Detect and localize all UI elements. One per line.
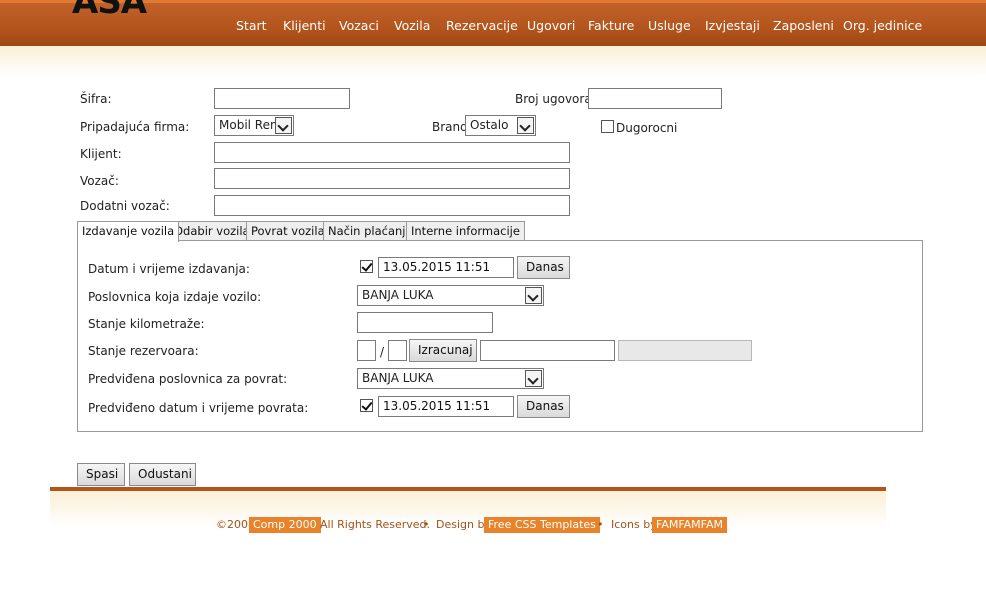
datum-povrata-input[interactable]: 13.05.2015 11:51 [378, 396, 514, 417]
vozac-label: Vozač: [80, 174, 119, 188]
dugorocni-label: Dugorocni [616, 121, 678, 135]
km-label: Stanje kilometraže: [88, 317, 205, 331]
danas-button-povrat[interactable]: Danas [517, 395, 570, 418]
tab-nacin-placanja[interactable]: Način plaćanja [323, 221, 418, 240]
dodatni-vozac-label: Dodatni vozač: [80, 199, 170, 213]
datum-izdavanja-label: Datum i vrijeme izdavanja: [88, 262, 250, 276]
nav-item-org-jedinice[interactable]: Org. jedinice [843, 17, 922, 35]
broj-ugovora-input[interactable] [588, 88, 722, 109]
rezervoar-readonly-field [618, 340, 752, 361]
sifra-label: Šifra: [80, 92, 112, 106]
nav-item-zaposleni[interactable]: Zaposleni [773, 17, 834, 35]
sifra-input[interactable] [214, 88, 350, 109]
rezervoar-total-input[interactable] [388, 340, 407, 361]
datum-povrata-label: Predviđeno datum i vrijeme povrata: [88, 401, 309, 415]
header-fade [0, 46, 986, 76]
nav-item-vozaci[interactable]: Vozaci [339, 17, 379, 35]
datum-izdavanja-input[interactable]: 13.05.2015 11:51 [378, 257, 514, 278]
footer-icons-by: Icons by [611, 518, 657, 531]
danas-button-izdavanje[interactable]: Danas [517, 256, 570, 279]
klijent-input[interactable] [214, 142, 570, 163]
poslovnica-select-value: BANJA LUKA [362, 288, 434, 302]
tab-povrat-vozila[interactable]: Povrat vozila [246, 221, 330, 240]
cancel-button[interactable]: Odustani [129, 463, 196, 486]
nav-item-usluge[interactable]: Usluge [648, 17, 691, 35]
datum-povrata-checkbox[interactable] [360, 399, 373, 412]
footer-icons-link[interactable]: FAMFAMFAM [652, 517, 727, 533]
footer-design-by: Design by [436, 518, 491, 531]
header-bar: ASA Start Klijenti Vozaci Vozila Rezerva… [0, 0, 986, 46]
povrat-poslovnica-select-value: BANJA LUKA [362, 371, 434, 385]
povrat-poslovnica-label: Predviđena poslovnica za povrat: [88, 372, 288, 386]
rezervoar-label: Stanje rezervoara: [88, 344, 199, 358]
nav-item-rezervacije[interactable]: Rezervacije [446, 17, 518, 35]
chevron-down-icon [517, 117, 534, 134]
nav-item-vozila[interactable]: Vozila [394, 17, 430, 35]
broj-ugovora-label: Broj ugovora: [515, 92, 596, 106]
nav-item-klijenti[interactable]: Klijenti [283, 17, 326, 35]
tab-izdavanje-vozila[interactable]: Izdavanje vozila [77, 221, 180, 242]
footer-bullet-2: • [597, 518, 604, 531]
brand-select[interactable]: Ostalo [465, 115, 536, 136]
footer-rights: All Rights Reserved. [320, 518, 431, 531]
nav-item-start[interactable]: Start [236, 17, 267, 35]
dodatni-vozac-input[interactable] [214, 195, 570, 216]
nav-item-ugovori[interactable]: Ugovori [527, 17, 575, 35]
save-button[interactable]: Spasi [77, 463, 125, 486]
izracunaj-button[interactable]: Izracunaj [409, 339, 477, 362]
nav-item-izvjestaji[interactable]: Izvjestaji [705, 17, 760, 35]
nav-item-fakture[interactable]: Fakture [588, 17, 634, 35]
klijent-label: Klijent: [80, 147, 122, 161]
povrat-poslovnica-select[interactable]: BANJA LUKA [357, 368, 544, 389]
vozac-input[interactable] [214, 168, 570, 189]
chevron-down-icon [525, 370, 542, 387]
footer-design-link[interactable]: Free CSS Templates [484, 517, 600, 533]
firma-label: Pripadajuća firma: [80, 120, 190, 134]
tab-interne-informacije[interactable]: Interne informacije [406, 221, 525, 240]
chevron-down-icon [525, 287, 542, 304]
datum-izdavanja-checkbox[interactable] [360, 260, 373, 273]
km-input[interactable] [357, 312, 493, 333]
rezervoar-current-input[interactable] [357, 340, 376, 361]
dugorocni-checkbox[interactable] [601, 120, 614, 133]
poslovnica-label: Poslovnica koja izdaje vozilo: [88, 290, 262, 304]
brand-select-value: Ostalo [470, 118, 509, 132]
footer-company-link[interactable]: Comp 2000 [249, 517, 321, 533]
firma-select[interactable]: Mobil Rent [214, 115, 294, 136]
tab-odabir-vozila[interactable]: Odabir vozila [169, 221, 255, 240]
logo: ASA [72, 0, 147, 22]
rezervoar-result-input[interactable] [480, 340, 615, 361]
poslovnica-select[interactable]: BANJA LUKA [357, 285, 544, 306]
footer-bullet-1: • [423, 518, 430, 531]
firma-select-value: Mobil Rent [219, 118, 283, 132]
chevron-down-icon [275, 117, 292, 134]
rezervoar-separator: / [380, 345, 385, 359]
